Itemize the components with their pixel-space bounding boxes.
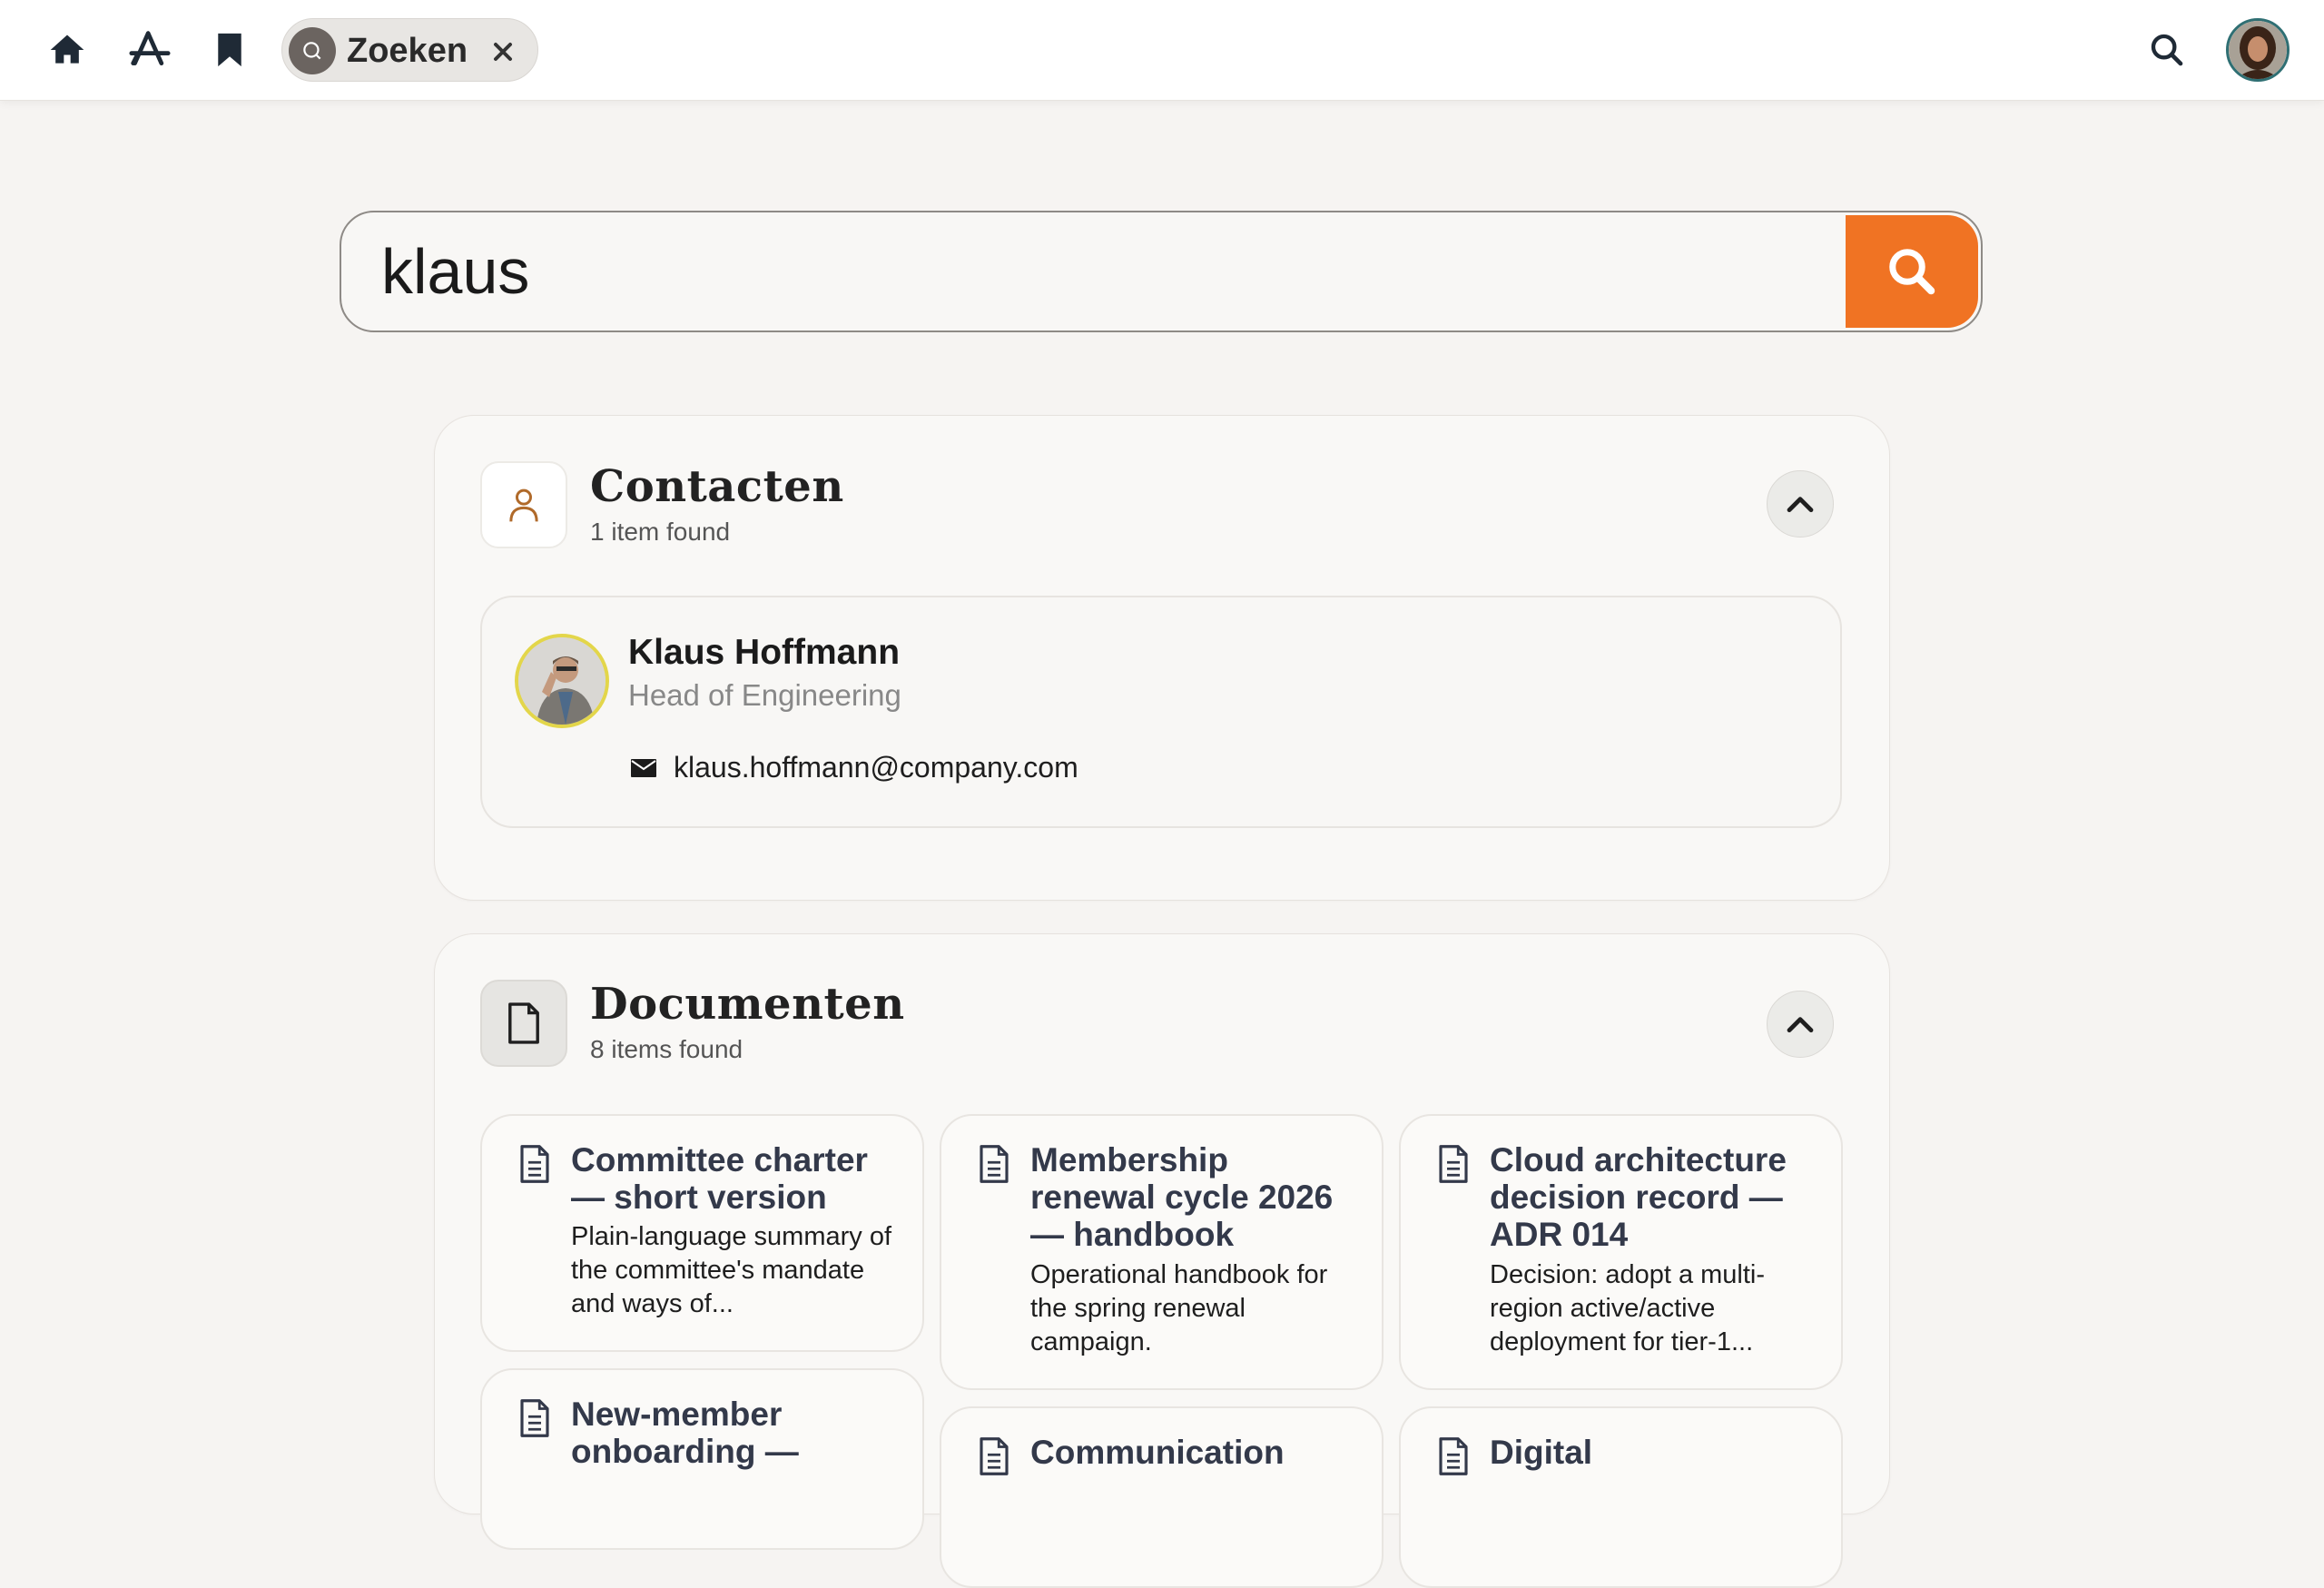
close-icon[interactable]: [487, 36, 518, 67]
document-card[interactable]: Cloud architecture decision record — ADR…: [1399, 1114, 1843, 1390]
search-input[interactable]: [381, 232, 1797, 311]
document-card[interactable]: Membership renewal cycle 2026 — handbook…: [940, 1114, 1384, 1390]
document-title: New-member onboarding —: [571, 1396, 799, 1470]
document-card[interactable]: New-member onboarding —: [480, 1368, 924, 1550]
document-icon: [980, 1437, 1009, 1475]
section-title: Documenten: [590, 979, 905, 1030]
avatar: [515, 634, 609, 728]
chevron-up-icon: [1787, 1017, 1814, 1033]
contact-name: Klaus Hoffmann: [628, 633, 901, 672]
section-count: 8 items found: [590, 1035, 743, 1063]
contact-email-link[interactable]: klaus.hoffmann@company.com: [674, 750, 1078, 784]
documents-section: Documenten 8 items found Committee chart…: [434, 933, 1890, 1588]
document-description: Operational handbook for the spring rene…: [1030, 1260, 1328, 1356]
document-title: Membership renewal cycle 2026 — handbook: [1030, 1141, 1334, 1253]
document-icon: [520, 1399, 549, 1437]
contact-role: Head of Engineering: [628, 678, 901, 712]
chevron-up-icon: [1787, 497, 1814, 513]
app-store-icon[interactable]: [125, 25, 174, 74]
search-bar: [340, 211, 1983, 332]
person-icon: [480, 461, 567, 548]
document-icon: [480, 980, 567, 1067]
document-card[interactable]: Communication: [940, 1406, 1384, 1588]
collapse-button[interactable]: [1767, 470, 1834, 538]
contacts-section: Contacten 1 item found Klaus Hoffmann He…: [434, 415, 1890, 901]
contact-card[interactable]: Klaus Hoffmann Head of Engineering klaus…: [480, 596, 1842, 828]
tab-search[interactable]: Zoeken: [281, 18, 538, 82]
section-count: 1 item found: [590, 518, 731, 546]
section-title: Contacten: [590, 461, 844, 512]
document-icon: [1439, 1437, 1468, 1475]
document-icon: [520, 1145, 549, 1183]
search-button[interactable]: [1846, 215, 1978, 328]
search-icon: [289, 27, 336, 74]
document-icon: [1439, 1145, 1468, 1183]
collapse-button[interactable]: [1767, 991, 1834, 1058]
user-avatar[interactable]: [2226, 18, 2290, 82]
document-description: Plain-language summary of the committee'…: [571, 1222, 892, 1318]
document-description: Decision: adopt a multi-region active/ac…: [1490, 1260, 1766, 1356]
search-icon: [1889, 249, 1935, 295]
document-card[interactable]: Digital: [1399, 1406, 1843, 1588]
tab-label: Zoeken: [347, 32, 468, 70]
mail-icon: [631, 759, 656, 777]
top-navigation-bar: Zoeken: [0, 0, 2324, 101]
search-icon[interactable]: [2142, 25, 2191, 74]
document-title: Cloud architecture decision record — ADR…: [1490, 1141, 1787, 1253]
home-icon[interactable]: [43, 25, 92, 74]
document-title: Committee charter — short version: [571, 1141, 868, 1216]
document-card[interactable]: Committee charter — short version Plain-…: [480, 1114, 924, 1352]
document-icon: [980, 1145, 1009, 1183]
bookmark-icon[interactable]: [205, 25, 254, 74]
